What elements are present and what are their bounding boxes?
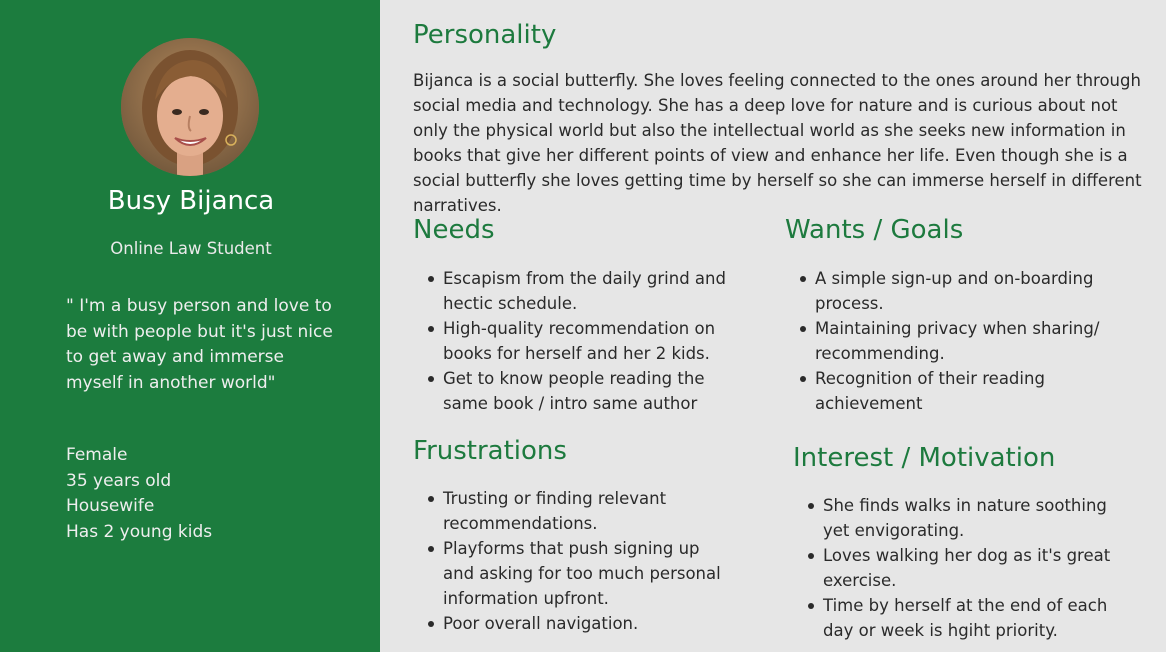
wants-heading: Wants / Goals	[785, 215, 964, 245]
personality-heading: Personality	[413, 20, 557, 50]
wants-list: A simple sign-up and on-boarding process…	[785, 266, 1105, 416]
avatar	[121, 38, 259, 176]
needs-list: Escapism from the daily grind and hectic…	[413, 266, 743, 416]
list-item: Maintaining privacy when sharing/ recomm…	[785, 316, 1105, 366]
interest-heading: Interest / Motivation	[793, 443, 1056, 473]
list-item: Loves walking her dog as it's great exer…	[793, 543, 1133, 593]
list-item: Playforms that push signing up and askin…	[413, 536, 728, 611]
list-item: Trusting or finding relevant recommendat…	[413, 486, 728, 536]
list-item: A simple sign-up and on-boarding process…	[785, 266, 1105, 316]
needs-heading: Needs	[413, 215, 495, 245]
list-item: Escapism from the daily grind and hectic…	[413, 266, 743, 316]
list-item: Get to know people reading the same book…	[413, 366, 743, 416]
list-item: Recognition of their reading achievement	[785, 366, 1105, 416]
avatar-photo	[121, 38, 259, 176]
frustrations-list: Trusting or finding relevant recommendat…	[413, 486, 728, 636]
persona-facts: Female 35 years old Housewife Has 2 youn…	[66, 443, 212, 545]
fact-occupation: Housewife	[66, 496, 155, 516]
list-item: Poor overall navigation.	[413, 611, 728, 636]
frustrations-heading: Frustrations	[413, 436, 567, 466]
interest-list: She finds walks in nature soothing yet e…	[793, 493, 1133, 643]
persona-role: Online Law Student	[110, 239, 272, 258]
fact-gender: Female	[66, 445, 128, 465]
profile-sidebar: Busy Bijanca Online Law Student " I'm a …	[0, 0, 380, 652]
persona-quote: " I'm a busy person and love to be with …	[66, 296, 333, 393]
list-item: She finds walks in nature soothing yet e…	[793, 493, 1133, 543]
list-item: Time by herself at the end of each day o…	[793, 593, 1133, 643]
fact-age: 35 years old	[66, 470, 172, 491]
personality-text: Bijanca is a social butterfly. She loves…	[413, 71, 1142, 215]
persona-page: Busy Bijanca Online Law Student " I'm a …	[0, 0, 1166, 652]
fact-family: Has 2 young kids	[66, 521, 213, 542]
list-item: High-quality recommendation on books for…	[413, 316, 743, 366]
persona-name: Busy Bijanca	[107, 186, 275, 216]
